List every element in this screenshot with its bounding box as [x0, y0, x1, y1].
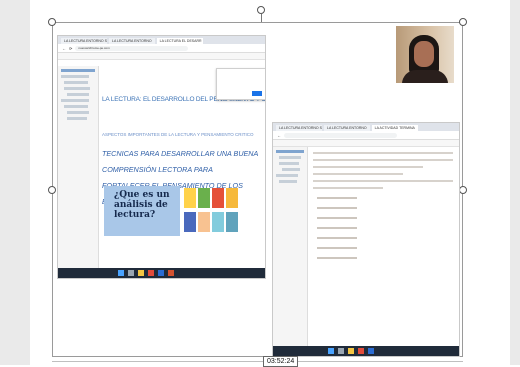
- browser-tab[interactable]: LA LECTURA ENTORNO S: [276, 125, 322, 131]
- right-panel-strip: [510, 0, 520, 365]
- taskbar: [273, 346, 459, 356]
- left-panel-strip: [0, 0, 30, 365]
- document-page: [309, 147, 457, 347]
- explorer-icon[interactable]: [348, 348, 354, 354]
- answer-option: [317, 237, 357, 239]
- windows-icon[interactable]: [328, 348, 334, 354]
- browser-tab[interactable]: LA LECTURA ENTORNO S: [61, 38, 107, 44]
- search-icon[interactable]: [338, 348, 344, 354]
- browser-tabs: LA LECTURA ENTORNO S LA LECTURA ENTORNO …: [273, 123, 459, 131]
- outline-item[interactable]: [64, 87, 90, 90]
- sign-in-popup: [216, 68, 265, 100]
- word-icon[interactable]: [368, 348, 374, 354]
- card: [198, 212, 210, 232]
- back-icon[interactable]: ←: [62, 46, 66, 51]
- browser-tabs: LA LECTURA ENTORNO S LA LECTURA ENTORNO …: [58, 36, 265, 44]
- browser-tab[interactable]: LA LECTURA ENTORNO: [109, 38, 155, 44]
- outline-item[interactable]: [279, 162, 299, 165]
- back-icon[interactable]: ←: [277, 133, 281, 138]
- outline-item[interactable]: [67, 93, 89, 96]
- chrome-icon[interactable]: [358, 348, 364, 354]
- card: [184, 188, 196, 208]
- chrome-icon[interactable]: [148, 270, 154, 276]
- browser-screenshot-left: LA LECTURA ENTORNO S LA LECTURA ENTORNO …: [57, 35, 266, 279]
- document-subtitle: ASPECTOS IMPORTANTES DE LA LECTURA Y PEN…: [102, 132, 254, 137]
- illustration-question: ¿Que es un análisis de lectura?: [114, 190, 170, 220]
- popup-button[interactable]: [252, 91, 262, 96]
- card: [226, 188, 238, 208]
- answer-option: [317, 227, 357, 229]
- outline-item[interactable]: [276, 150, 304, 153]
- card: [226, 212, 238, 232]
- answer-option: [317, 207, 357, 209]
- url-field[interactable]: nuevos/chrome-pe.com: [75, 45, 189, 51]
- text-line: [313, 152, 453, 154]
- text-line: [313, 159, 453, 161]
- editor-menu-bar: [58, 53, 265, 60]
- browser-tab[interactable]: LA LECTURA ENTORNO: [324, 125, 370, 131]
- explorer-icon[interactable]: [138, 270, 144, 276]
- browser-tab-active[interactable]: LA ACTIVIDAD TERMINA: [371, 125, 418, 131]
- document-outline-sidebar: [58, 66, 99, 278]
- outline-item[interactable]: [279, 156, 301, 159]
- windows-icon[interactable]: [118, 270, 124, 276]
- outline-item[interactable]: [64, 105, 88, 108]
- search-icon[interactable]: [128, 270, 134, 276]
- resize-handle-right[interactable]: [459, 186, 467, 194]
- outline-item[interactable]: [61, 99, 89, 102]
- powerpoint-icon[interactable]: [168, 270, 174, 276]
- video-timestamp: 03:52:24: [263, 356, 299, 367]
- text-line: [313, 180, 453, 182]
- browser-screenshot-right: LA LECTURA ENTORNO S LA LECTURA ENTORNO …: [272, 122, 460, 357]
- browser-tab-active[interactable]: LA LECTURA EL DESARR: [156, 38, 203, 44]
- person-face: [414, 41, 434, 67]
- card: [198, 188, 210, 208]
- outline-item[interactable]: [276, 174, 298, 177]
- rotate-handle-stem: [261, 14, 262, 22]
- url-field[interactable]: [284, 132, 397, 138]
- answer-option: [317, 197, 357, 199]
- card: [212, 212, 224, 232]
- card: [184, 212, 196, 232]
- reload-icon[interactable]: ⟳: [69, 46, 72, 51]
- timeline-bar[interactable]: [52, 361, 463, 362]
- outline-item[interactable]: [279, 180, 297, 183]
- person-body: [402, 70, 448, 83]
- resize-handle-top-right[interactable]: [459, 18, 467, 26]
- rotate-handle[interactable]: [257, 6, 265, 14]
- text-line: [313, 173, 403, 175]
- address-bar: ←: [273, 131, 459, 140]
- text-line: [313, 166, 423, 168]
- answer-option: [317, 247, 357, 249]
- resize-handle-top-left[interactable]: [48, 18, 56, 26]
- text-line: [313, 187, 383, 189]
- resize-handle-left[interactable]: [48, 186, 56, 194]
- outline-item[interactable]: [61, 75, 89, 78]
- outline-item[interactable]: [67, 111, 89, 114]
- document-outline-sidebar: [273, 147, 308, 347]
- answer-option: [317, 257, 357, 259]
- editor-menu-bar: [273, 140, 459, 147]
- word-icon[interactable]: [158, 270, 164, 276]
- outline-item[interactable]: [67, 117, 87, 120]
- webcam-feed: [396, 26, 454, 83]
- outline-item[interactable]: [282, 168, 300, 171]
- card: [212, 188, 224, 208]
- card-illustrations: [184, 188, 262, 236]
- answer-option: [317, 217, 357, 219]
- taskbar: [58, 268, 265, 278]
- outline-item[interactable]: [64, 81, 88, 84]
- address-bar: ← ⟳ nuevos/chrome-pe.com: [58, 44, 265, 53]
- outline-item[interactable]: [61, 69, 95, 72]
